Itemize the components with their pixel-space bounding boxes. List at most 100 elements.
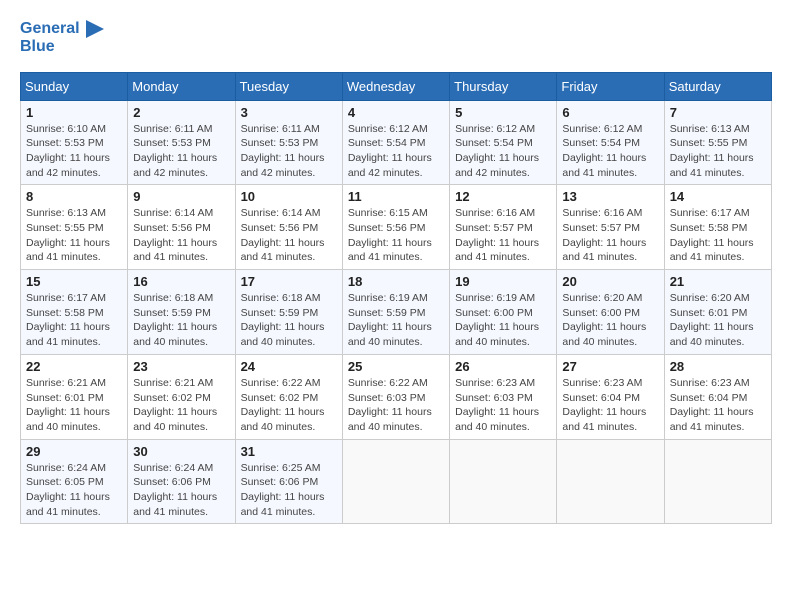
day-info: Sunrise: 6:16 AMSunset: 5:57 PMDaylight:… [455, 206, 551, 265]
day-number: 12 [455, 189, 551, 204]
day-info: Sunrise: 6:10 AMSunset: 5:53 PMDaylight:… [26, 122, 122, 181]
calendar-day [450, 439, 557, 524]
day-info: Sunrise: 6:12 AMSunset: 5:54 PMDaylight:… [455, 122, 551, 181]
page-header: General Blue [20, 20, 772, 56]
day-number: 15 [26, 274, 122, 289]
calendar-day: 11 Sunrise: 6:15 AMSunset: 5:56 PMDayligh… [342, 185, 449, 270]
calendar-day: 1 Sunrise: 6:10 AMSunset: 5:53 PMDaylight… [21, 100, 128, 185]
calendar-day: 15 Sunrise: 6:17 AMSunset: 5:58 PMDayligh… [21, 270, 128, 355]
calendar-day: 23 Sunrise: 6:21 AMSunset: 6:02 PMDayligh… [128, 354, 235, 439]
day-number: 8 [26, 189, 122, 204]
day-number: 4 [348, 105, 444, 120]
day-number: 10 [241, 189, 337, 204]
day-info: Sunrise: 6:23 AMSunset: 6:04 PMDaylight:… [562, 376, 658, 435]
calendar-week-4: 22 Sunrise: 6:21 AMSunset: 6:01 PMDayligh… [21, 354, 772, 439]
weekday-header-sunday: Sunday [21, 72, 128, 100]
weekday-header-friday: Friday [557, 72, 664, 100]
day-number: 1 [26, 105, 122, 120]
logo-triangle-icon [86, 20, 104, 38]
day-info: Sunrise: 6:11 AMSunset: 5:53 PMDaylight:… [133, 122, 229, 181]
day-info: Sunrise: 6:12 AMSunset: 5:54 PMDaylight:… [348, 122, 444, 181]
logo-blue: Blue [20, 38, 104, 56]
calendar-day: 18 Sunrise: 6:19 AMSunset: 5:59 PMDayligh… [342, 270, 449, 355]
day-info: Sunrise: 6:21 AMSunset: 6:01 PMDaylight:… [26, 376, 122, 435]
weekday-header-saturday: Saturday [664, 72, 771, 100]
day-info: Sunrise: 6:22 AMSunset: 6:03 PMDaylight:… [348, 376, 444, 435]
day-number: 22 [26, 359, 122, 374]
day-info: Sunrise: 6:12 AMSunset: 5:54 PMDaylight:… [562, 122, 658, 181]
day-info: Sunrise: 6:14 AMSunset: 5:56 PMDaylight:… [241, 206, 337, 265]
day-info: Sunrise: 6:13 AMSunset: 5:55 PMDaylight:… [670, 122, 766, 181]
day-number: 6 [562, 105, 658, 120]
calendar-day: 28 Sunrise: 6:23 AMSunset: 6:04 PMDayligh… [664, 354, 771, 439]
calendar-day: 17 Sunrise: 6:18 AMSunset: 5:59 PMDayligh… [235, 270, 342, 355]
day-number: 2 [133, 105, 229, 120]
day-number: 21 [670, 274, 766, 289]
calendar-week-3: 15 Sunrise: 6:17 AMSunset: 5:58 PMDayligh… [21, 270, 772, 355]
day-number: 7 [670, 105, 766, 120]
calendar-day: 22 Sunrise: 6:21 AMSunset: 6:01 PMDayligh… [21, 354, 128, 439]
day-number: 24 [241, 359, 337, 374]
day-number: 18 [348, 274, 444, 289]
weekday-header-wednesday: Wednesday [342, 72, 449, 100]
day-number: 23 [133, 359, 229, 374]
day-number: 11 [348, 189, 444, 204]
calendar-day: 5 Sunrise: 6:12 AMSunset: 5:54 PMDaylight… [450, 100, 557, 185]
calendar-day: 4 Sunrise: 6:12 AMSunset: 5:54 PMDaylight… [342, 100, 449, 185]
day-info: Sunrise: 6:19 AMSunset: 6:00 PMDaylight:… [455, 291, 551, 350]
calendar-day: 10 Sunrise: 6:14 AMSunset: 5:56 PMDayligh… [235, 185, 342, 270]
day-number: 26 [455, 359, 551, 374]
day-info: Sunrise: 6:16 AMSunset: 5:57 PMDaylight:… [562, 206, 658, 265]
calendar-day [664, 439, 771, 524]
calendar-day: 13 Sunrise: 6:16 AMSunset: 5:57 PMDayligh… [557, 185, 664, 270]
calendar-day: 25 Sunrise: 6:22 AMSunset: 6:03 PMDayligh… [342, 354, 449, 439]
calendar-day: 9 Sunrise: 6:14 AMSunset: 5:56 PMDaylight… [128, 185, 235, 270]
day-info: Sunrise: 6:19 AMSunset: 5:59 PMDaylight:… [348, 291, 444, 350]
day-info: Sunrise: 6:18 AMSunset: 5:59 PMDaylight:… [241, 291, 337, 350]
day-info: Sunrise: 6:25 AMSunset: 6:06 PMDaylight:… [241, 461, 337, 520]
day-number: 9 [133, 189, 229, 204]
day-info: Sunrise: 6:15 AMSunset: 5:56 PMDaylight:… [348, 206, 444, 265]
day-info: Sunrise: 6:14 AMSunset: 5:56 PMDaylight:… [133, 206, 229, 265]
calendar-week-1: 1 Sunrise: 6:10 AMSunset: 5:53 PMDaylight… [21, 100, 772, 185]
calendar-day: 16Sunrise: 6:18 AMSunset: 5:59 PMDayligh… [128, 270, 235, 355]
logo: General Blue [20, 20, 104, 56]
calendar-day: 6 Sunrise: 6:12 AMSunset: 5:54 PMDaylight… [557, 100, 664, 185]
day-number: 14 [670, 189, 766, 204]
day-info: Sunrise: 6:24 AMSunset: 6:06 PMDaylight:… [133, 461, 229, 520]
day-info: Sunrise: 6:21 AMSunset: 6:02 PMDaylight:… [133, 376, 229, 435]
calendar-day: 14Sunrise: 6:17 AMSunset: 5:58 PMDayligh… [664, 185, 771, 270]
calendar-header: SundayMondayTuesdayWednesdayThursdayFrid… [21, 72, 772, 100]
day-number: 20 [562, 274, 658, 289]
calendar-table: SundayMondayTuesdayWednesdayThursdayFrid… [20, 72, 772, 525]
day-number: 30 [133, 444, 229, 459]
day-number: 17 [241, 274, 337, 289]
calendar-day: 19 Sunrise: 6:19 AMSunset: 6:00 PMDayligh… [450, 270, 557, 355]
day-number: 5 [455, 105, 551, 120]
day-info: Sunrise: 6:13 AMSunset: 5:55 PMDaylight:… [26, 206, 122, 265]
calendar-day: 24 Sunrise: 6:22 AMSunset: 6:02 PMDayligh… [235, 354, 342, 439]
day-number: 28 [670, 359, 766, 374]
calendar-day: 21Sunrise: 6:20 AMSunset: 6:01 PMDayligh… [664, 270, 771, 355]
day-info: Sunrise: 6:23 AMSunset: 6:04 PMDaylight:… [670, 376, 766, 435]
day-number: 25 [348, 359, 444, 374]
calendar-day: 31 Sunrise: 6:25 AMSunset: 6:06 PMDayligh… [235, 439, 342, 524]
calendar-body: 1 Sunrise: 6:10 AMSunset: 5:53 PMDaylight… [21, 100, 772, 524]
calendar-day: 27 Sunrise: 6:23 AMSunset: 6:04 PMDayligh… [557, 354, 664, 439]
day-number: 29 [26, 444, 122, 459]
day-info: Sunrise: 6:18 AMSunset: 5:59 PMDaylight:… [133, 291, 229, 350]
day-info: Sunrise: 6:17 AMSunset: 5:58 PMDaylight:… [26, 291, 122, 350]
day-number: 31 [241, 444, 337, 459]
calendar-day: 3Sunrise: 6:11 AMSunset: 5:53 PMDaylight… [235, 100, 342, 185]
day-number: 19 [455, 274, 551, 289]
calendar-day: 12 Sunrise: 6:16 AMSunset: 5:57 PMDayligh… [450, 185, 557, 270]
calendar-week-5: 29 Sunrise: 6:24 AMSunset: 6:05 PMDayligh… [21, 439, 772, 524]
day-number: 13 [562, 189, 658, 204]
day-info: Sunrise: 6:22 AMSunset: 6:02 PMDaylight:… [241, 376, 337, 435]
calendar-day: 30 Sunrise: 6:24 AMSunset: 6:06 PMDayligh… [128, 439, 235, 524]
day-number: 27 [562, 359, 658, 374]
day-info: Sunrise: 6:24 AMSunset: 6:05 PMDaylight:… [26, 461, 122, 520]
calendar-day: 26Sunrise: 6:23 AMSunset: 6:03 PMDayligh… [450, 354, 557, 439]
weekday-header-monday: Monday [128, 72, 235, 100]
calendar-day [557, 439, 664, 524]
